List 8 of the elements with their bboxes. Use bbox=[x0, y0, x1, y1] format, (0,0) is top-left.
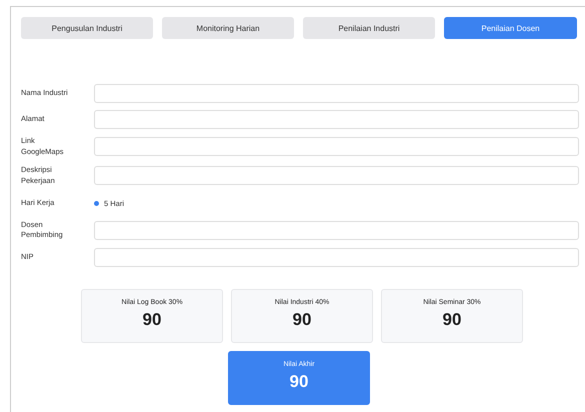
score-value: 90 bbox=[292, 310, 312, 330]
tab[interactable]: Monitoring Harian bbox=[162, 17, 294, 39]
score-value: 90 bbox=[142, 310, 162, 330]
score-value: 90 bbox=[290, 372, 308, 392]
tab[interactable]: Penilaian Dosen bbox=[444, 17, 577, 39]
tab[interactable]: Pengusulan Industri bbox=[21, 17, 153, 39]
tab[interactable]: Penilaian Industri bbox=[303, 17, 435, 39]
score-value: 90 bbox=[442, 310, 462, 330]
